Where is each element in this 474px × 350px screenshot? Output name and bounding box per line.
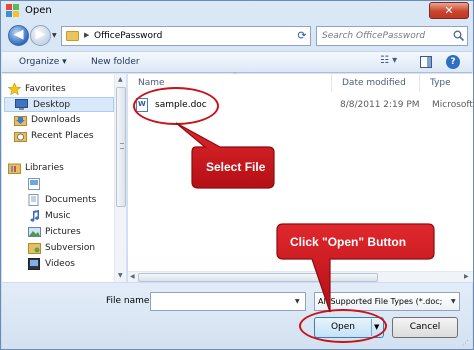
annotation-select-file: Select File [206,160,266,174]
annotation-click-open: Click "Open" Button [290,235,407,249]
select-file-callout [175,122,275,189]
annotation-callouts [175,122,435,313]
